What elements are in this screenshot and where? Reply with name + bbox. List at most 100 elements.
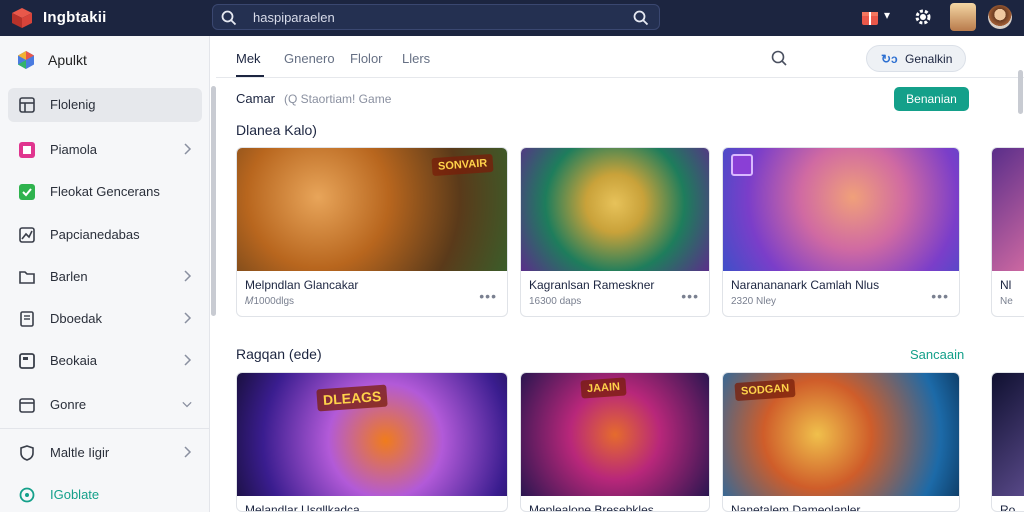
sidebar-item-piamola[interactable]: Piamola: [8, 133, 202, 167]
sidebar-item-fleokat[interactable]: Fleokat Gencerans: [8, 175, 202, 209]
more-options-icon[interactable]: •••: [681, 288, 699, 304]
sticker-badge-icon: [731, 154, 753, 176]
sidebar-item-flolenig[interactable]: Flolenig: [8, 88, 202, 122]
game-card-title: Kagranlsan Rameskner: [529, 278, 655, 292]
sidebar-item-barlen[interactable]: Barlen: [8, 260, 202, 294]
game-card-art: [992, 148, 1024, 271]
game-card-art: SODGAN: [723, 373, 959, 496]
book-icon: [20, 311, 34, 327]
more-options-icon[interactable]: •••: [931, 288, 949, 304]
active-tab-indicator: [236, 75, 264, 77]
game-card-meta: 𝑀1000dlgs: [245, 296, 295, 307]
main-content: Mek Gnenero Flolor Llers ↻ↄ Genalkin Cam…: [216, 36, 1024, 512]
tab-llers[interactable]: Llers: [402, 51, 430, 66]
game-card-title: Meplealone Bresebkles: [529, 503, 654, 512]
search-input[interactable]: haspiparaelen: [253, 10, 335, 25]
sidebar-item-label: Fleokat Gencerans: [50, 184, 160, 199]
game-card-title: Naranananark Camlah Nlus: [731, 278, 880, 292]
chevron-right-icon: [184, 312, 192, 324]
game-card-meta: 16300 daps: [529, 296, 582, 307]
sidebar-item-label: Papcianedabas: [50, 227, 140, 242]
chevron-right-icon: [184, 446, 192, 458]
chevron-right-icon: [184, 270, 192, 282]
game-card-art: JAAIN: [521, 373, 709, 496]
sidebar-item-label: Piamola: [50, 142, 97, 157]
game-card-peek[interactable]: Ro: [991, 372, 1024, 512]
sidebar-item-beokaia[interactable]: Beokaia: [8, 344, 202, 378]
sidebar-item-maltle[interactable]: Maltle Iigir: [8, 436, 202, 470]
sidebar-item-gonre[interactable]: Gonre: [8, 388, 202, 422]
green-square-icon: [19, 184, 35, 200]
folder-icon: [19, 271, 35, 284]
genalkin-button-label: Genalkin: [905, 52, 953, 66]
game-card[interactable]: JAAIN Meplealone Bresebkles: [520, 372, 710, 512]
dropdown-chevron-icon[interactable]: ▾: [884, 8, 890, 22]
sidebar-divider: [0, 428, 210, 429]
game-card[interactable]: Naranananark Camlah Nlus 2320 Nley •••: [722, 147, 960, 317]
benanian-button[interactable]: Benanian: [894, 87, 969, 111]
sidebar-item-label: Flolenig: [50, 97, 96, 112]
section-title: Dlanea Kalo): [236, 122, 317, 138]
gear-icon[interactable]: [913, 7, 933, 27]
game-card-art: [992, 373, 1024, 496]
game-card-art: DLEAGS: [237, 373, 507, 496]
chevron-down-icon: [182, 401, 192, 408]
sidebar-item-igoblate[interactable]: IGoblate: [8, 478, 202, 512]
shield-icon: [20, 445, 34, 461]
game-card[interactable]: SONVAIR Melpndlan Glancakar 𝑀1000dlgs ••…: [236, 147, 508, 317]
sidebar-item-label: Maltle Iigir: [50, 445, 110, 460]
game-logo-badge: DLEAGS: [316, 384, 389, 412]
search-icon[interactable]: [766, 46, 794, 70]
refresh-icon: ↻ↄ: [881, 52, 898, 66]
genalkin-button[interactable]: ↻ↄ Genalkin: [866, 45, 966, 72]
game-logo-badge: SODGAN: [734, 378, 796, 402]
game-card[interactable]: DLEAGS Melandlar Usgllkadca: [236, 372, 508, 512]
game-card[interactable]: SODGAN Nanetalem Dameolanler: [722, 372, 960, 512]
sidebar-brand-label: Apulkt: [48, 52, 87, 68]
game-card[interactable]: Kagranlsan Rameskner 16300 daps •••: [520, 147, 710, 317]
sidebar-item-label: Beokaia: [50, 353, 97, 368]
doc-icon: [19, 353, 35, 369]
game-card-art: [521, 148, 709, 271]
globe-icon: [19, 487, 35, 503]
tab-gnenero[interactable]: Gnenero: [284, 51, 335, 66]
sidebar-item-papcianedabas[interactable]: Papcianedabas: [8, 218, 202, 252]
game-logo-badge: JAAIN: [580, 377, 627, 399]
sidebar-item-dboedak[interactable]: Dboedak: [8, 302, 202, 336]
game-card-art: [723, 148, 959, 271]
game-card-title: Nl: [1000, 278, 1012, 292]
brand-hexagon-icon: [18, 51, 34, 69]
chart-icon: [19, 227, 35, 243]
game-card-peek[interactable]: Nl Ne: [991, 147, 1024, 317]
sidebar-item-label: Barlen: [50, 269, 88, 284]
cube-logo-icon[interactable]: [10, 6, 34, 30]
game-card-meta: 2320 Nley: [731, 296, 777, 307]
sidebar-brand[interactable]: Apulkt: [16, 50, 87, 70]
game-card-meta: Ne: [1000, 296, 1013, 307]
search-box[interactable]: haspiparaelen: [212, 4, 660, 30]
game-card-title: Melandlar Usgllkadca: [245, 503, 360, 512]
search-icon: [221, 10, 237, 26]
search-submit-icon[interactable]: [633, 10, 649, 26]
more-options-icon[interactable]: •••: [479, 288, 497, 304]
tab-mek[interactable]: Mek: [236, 51, 261, 66]
sidebar-item-label: Gonre: [50, 397, 87, 412]
section-title: Ragqan (ede): [236, 346, 322, 362]
sidebar: Apulkt Flolenig Piamola Fleokat Genceran…: [0, 36, 210, 512]
tab-flolor[interactable]: Flolor: [350, 51, 383, 66]
top-bar: Ingbtakii haspiparaelen ▾: [0, 0, 1024, 36]
see-all-link[interactable]: Sancaain: [910, 347, 964, 362]
character-avatar[interactable]: [950, 3, 976, 31]
main-scrollbar[interactable]: [1018, 70, 1023, 114]
game-card-title: Melpndlan Glancakar: [245, 278, 359, 292]
game-logo-badge: SONVAIR: [431, 153, 494, 177]
crumb-hint: (Q Staortiam! Game: [284, 92, 392, 106]
tab-bar: Mek Gnenero Flolor Llers ↻ↄ Genalkin: [216, 36, 1024, 78]
gift-icon[interactable]: [860, 7, 880, 27]
sidebar-item-label: IGoblate: [50, 487, 100, 502]
pink-square-icon: [19, 142, 35, 158]
game-card-title: Nanetalem Dameolanler: [731, 503, 861, 512]
sidebar-item-label: Dboedak: [50, 311, 103, 326]
grid-icon: [19, 97, 35, 113]
user-avatar[interactable]: [988, 5, 1012, 29]
